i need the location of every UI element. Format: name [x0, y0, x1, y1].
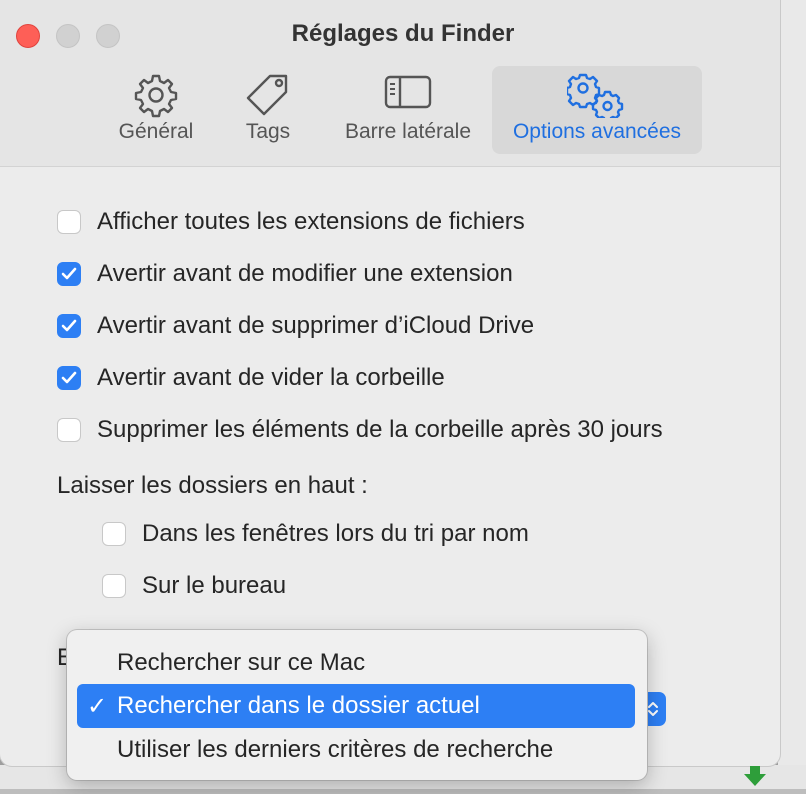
- folders-on-top-label: Laisser les dossiers en haut :: [57, 472, 368, 499]
- option-label: Avertir avant de supprimer d’iCloud Driv…: [97, 312, 535, 339]
- tab-advanced[interactable]: Options avancées: [492, 66, 702, 154]
- tab-general-label: Général: [118, 120, 194, 143]
- checkbox[interactable]: [102, 574, 126, 598]
- tab-sidebar[interactable]: Barre latérale: [330, 66, 486, 154]
- option-label: Supprimer les éléments de la corbeille a…: [97, 416, 663, 443]
- menu-item-use-previous-scope[interactable]: Utiliser les derniers critères de recher…: [77, 728, 635, 772]
- option-label: Afficher toutes les extensions de fichie…: [97, 208, 525, 235]
- menu-item-label: Rechercher sur ce Mac: [117, 649, 366, 676]
- option-remove-trash-30-days[interactable]: Supprimer les éléments de la corbeille a…: [57, 416, 663, 444]
- option-warn-empty-trash[interactable]: Avertir avant de vider la corbeille: [57, 364, 445, 392]
- checkbox[interactable]: [57, 262, 81, 286]
- option-label: Sur le bureau: [142, 572, 287, 599]
- option-label: Dans les fenêtres lors du tri par nom: [142, 520, 529, 547]
- tag-icon: [244, 72, 292, 123]
- menu-item-label: Utiliser les derniers critères de recher…: [117, 736, 554, 763]
- checkmark-icon: [61, 267, 77, 280]
- tab-general[interactable]: Général: [104, 66, 208, 154]
- checkbox[interactable]: [57, 210, 81, 234]
- tab-advanced-label: Options avancées: [512, 120, 682, 143]
- background-window-edge: [778, 0, 806, 789]
- gear-icon: [133, 72, 179, 123]
- option-folders-top-windows[interactable]: Dans les fenêtres lors du tri par nom: [102, 520, 529, 548]
- tab-tags[interactable]: Tags: [226, 66, 310, 154]
- search-scope-menu: Rechercher sur ce Mac ✓ Rechercher dans …: [67, 630, 647, 780]
- menu-item-search-this-mac[interactable]: Rechercher sur ce Mac: [77, 641, 635, 685]
- tab-sidebar-label: Barre latérale: [344, 120, 472, 143]
- option-warn-modify-extension[interactable]: Avertir avant de modifier une extension: [57, 260, 513, 288]
- window-title: Réglages du Finder: [291, 20, 515, 47]
- option-warn-icloud-delete[interactable]: Avertir avant de supprimer d’iCloud Driv…: [57, 312, 534, 340]
- option-show-extensions[interactable]: Afficher toutes les extensions de fichie…: [57, 208, 525, 236]
- checkbox[interactable]: [57, 418, 81, 442]
- checkbox[interactable]: [57, 314, 81, 338]
- sidebar-icon: [383, 72, 433, 117]
- checkbox[interactable]: [102, 522, 126, 546]
- tab-tags-label: Tags: [245, 120, 291, 143]
- menu-item-label: Rechercher dans le dossier actuel: [117, 692, 480, 719]
- checkmark-icon: [61, 371, 77, 384]
- download-arrow-icon: [740, 764, 770, 789]
- toolbar: Réglages du Finder Général Tags Barre la…: [0, 0, 780, 167]
- gears-icon: [565, 72, 627, 123]
- option-label: Avertir avant de vider la corbeille: [97, 364, 445, 391]
- option-folders-top-desktop[interactable]: Sur le bureau: [102, 572, 286, 600]
- menu-item-search-current-folder[interactable]: ✓ Rechercher dans le dossier actuel: [77, 684, 635, 728]
- checkmark-icon: [61, 319, 77, 332]
- updown-chevron-icon: [648, 702, 658, 716]
- checkbox[interactable]: [57, 366, 81, 390]
- checkmark-icon: ✓: [86, 692, 108, 720]
- option-label: Avertir avant de modifier une extension: [97, 260, 513, 287]
